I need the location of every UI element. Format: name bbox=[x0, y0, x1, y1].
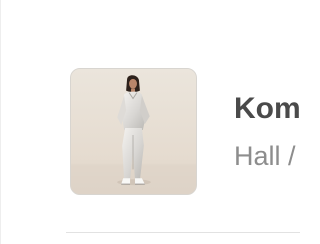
product-thumbnail[interactable] bbox=[70, 68, 197, 195]
product-photo bbox=[71, 69, 196, 194]
left-edge-divider bbox=[0, 0, 1, 244]
list-divider bbox=[66, 232, 300, 233]
product-title[interactable]: Kom bbox=[234, 91, 300, 127]
product-list-viewport: Kom Hall / bbox=[0, 0, 300, 244]
product-subtitle: Hall / bbox=[234, 141, 296, 171]
